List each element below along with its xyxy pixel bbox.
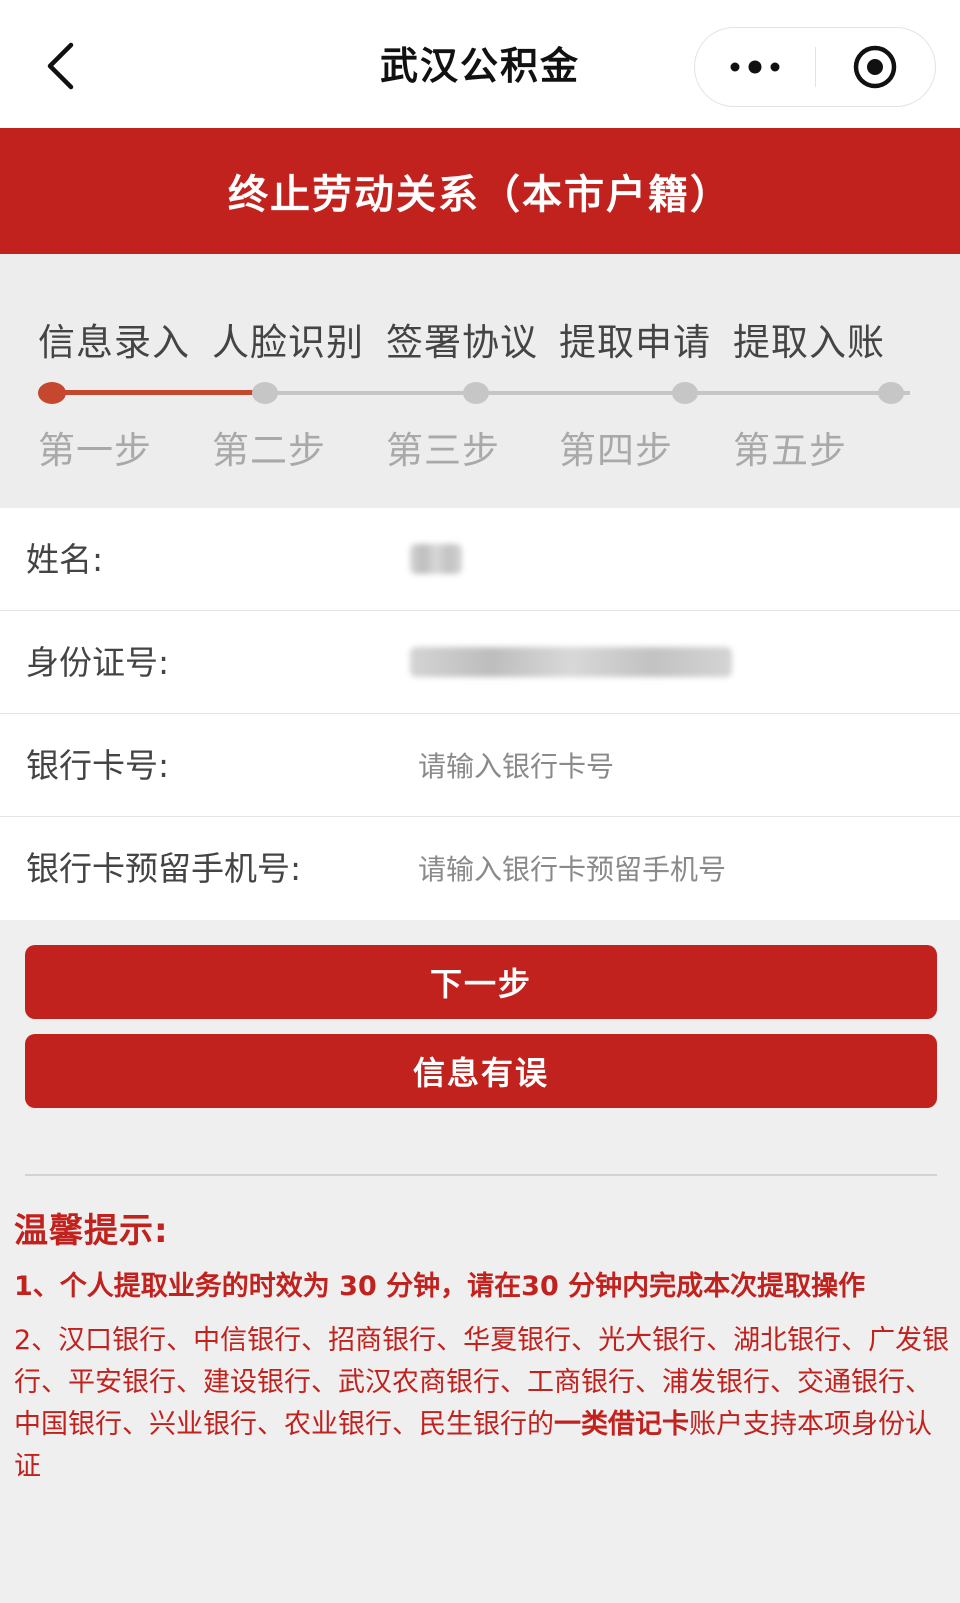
more-dots-icon [730, 60, 780, 74]
step-name: 签署协议 [386, 321, 538, 364]
tip-1: 1、个人提取业务的时效为 30 分钟，请在30 分钟内完成本次提取操作 [14, 1271, 866, 1302]
step-dot [672, 382, 698, 404]
step-number: 第四步 [559, 429, 673, 472]
step-progress: 信息录入 人脸识别 签署协议 提取申请 提取入账 第一步 第二步 第三步 第四步… [0, 254, 960, 508]
step-name: 提取申请 [559, 321, 711, 364]
tip-2-highlight: 一类借记卡 [554, 1409, 689, 1440]
step-dot [252, 382, 278, 404]
step-dot [463, 382, 489, 404]
mini-program-capsule [694, 27, 936, 107]
next-step-button[interactable]: 下一步 [25, 945, 937, 1019]
form-row-id: 身份证号: [0, 611, 960, 714]
bank-card-input[interactable] [418, 740, 928, 792]
navigation-bar: 武汉公积金 [0, 0, 960, 128]
info-error-button[interactable]: 信息有误 [25, 1034, 937, 1108]
close-mini-program-button[interactable] [816, 28, 936, 106]
form-row-bank-card: 银行卡号: [0, 714, 960, 817]
divider [25, 1174, 937, 1176]
target-circle-icon [854, 45, 897, 89]
page-title: 终止劳动关系（本市户籍） [0, 128, 960, 254]
bank-card-label: 银行卡号: [26, 746, 170, 785]
step-name: 人脸识别 [212, 321, 364, 364]
step-dot [878, 382, 904, 404]
form-row-name: 姓名: [0, 508, 960, 611]
tips-title: 温馨提示: [14, 1211, 169, 1251]
progress-track-active [52, 390, 271, 395]
step-name: 信息录入 [38, 321, 190, 364]
id-number-value-redacted [410, 647, 732, 677]
step-number: 第二步 [212, 429, 326, 472]
step-number: 第五步 [733, 429, 847, 472]
step-dot-active [38, 382, 66, 404]
name-value-redacted [410, 544, 462, 574]
form-row-phone: 银行卡预留手机号: [0, 817, 960, 920]
more-button[interactable] [695, 28, 815, 106]
id-number-label: 身份证号: [26, 643, 170, 682]
info-form: 姓名: 身份证号: 银行卡号: 银行卡预留手机号: [0, 508, 960, 920]
step-name: 提取入账 [733, 321, 885, 364]
tip-2: 2、汉口银行、中信银行、招商银行、华夏银行、光大银行、湖北银行、广发银行、平安银… [14, 1320, 950, 1488]
name-label: 姓名: [26, 540, 104, 579]
step-number: 第三步 [386, 429, 500, 472]
step-number: 第一步 [38, 429, 152, 472]
phone-input[interactable] [418, 843, 928, 895]
phone-label: 银行卡预留手机号: [26, 849, 302, 888]
